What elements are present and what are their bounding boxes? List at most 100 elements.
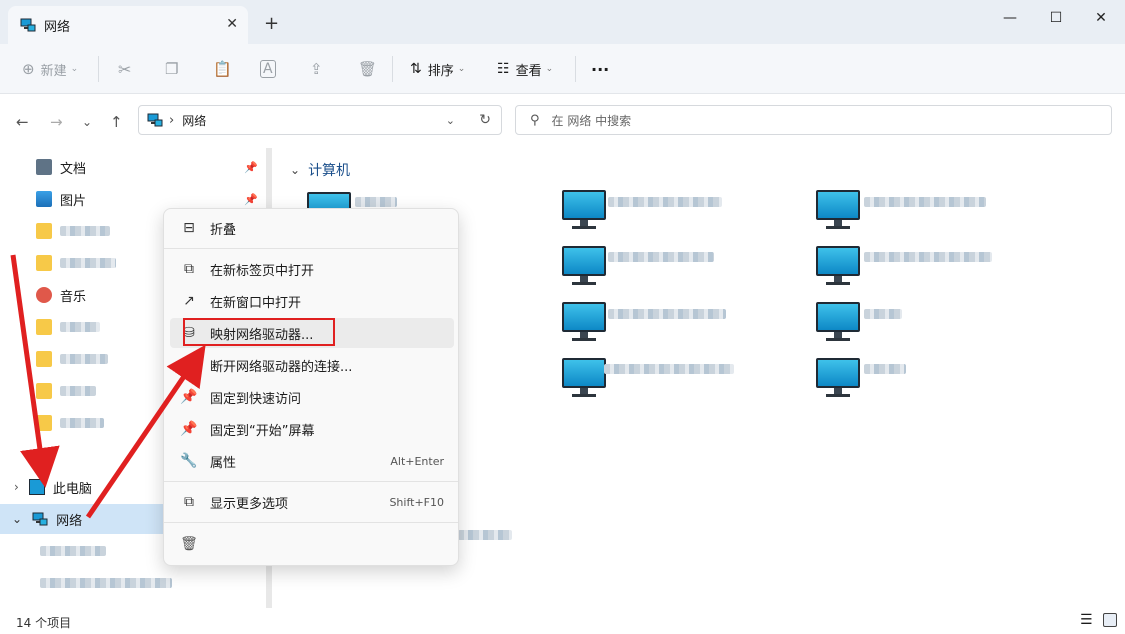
network-computer-item[interactable] [562, 358, 606, 398]
sort-button[interactable]: ⇅ 排序 ⌄ [410, 56, 465, 82]
menu-item-label: 属性 [210, 455, 237, 471]
sidebar-item-documents[interactable]: 文档 📌 [0, 152, 262, 182]
pin-icon[interactable]: 📌 [244, 161, 258, 174]
menu-item-label: 固定到快速访问 [210, 391, 302, 407]
menu-item-pin-start[interactable]: 📌 固定到“开始”屏幕 [170, 414, 454, 444]
computer-icon [816, 190, 860, 220]
new-button[interactable]: ⊕ 新建 ⌄ [22, 56, 78, 82]
network-computer-item[interactable] [816, 190, 860, 230]
network-computer-item[interactable] [816, 358, 860, 398]
cut-button[interactable]: ✂ [118, 56, 131, 82]
scissors-icon: ✂ [118, 59, 132, 79]
pin-icon[interactable]: 📌 [244, 193, 258, 206]
network-computer-item[interactable] [816, 302, 860, 342]
redacted-label [864, 309, 902, 319]
rename-button[interactable]: A [260, 56, 276, 82]
context-menu: ⊟ 折叠 ⧉ 在新标签页中打开 ↗ 在新窗口中打开 ⛁ 映射网络驱动器... ⛒… [163, 208, 459, 566]
network-computer-item[interactable] [562, 302, 606, 342]
menu-item-properties[interactable]: 🔧 属性 Alt+Enter [170, 446, 454, 476]
computer-icon [816, 358, 860, 388]
pin-icon: 📌 [180, 421, 198, 437]
network-computer-item[interactable] [562, 190, 606, 230]
menu-item-open-new-window[interactable]: ↗ 在新窗口中打开 [170, 286, 454, 316]
up-arrow-icon[interactable]: ↑ [110, 113, 123, 131]
toolbar-divider [575, 56, 576, 82]
folder-icon [36, 383, 52, 399]
recent-locations-chevron-icon[interactable]: ⌄ [82, 115, 92, 129]
delete-button[interactable]: 🗑 [358, 56, 377, 82]
chevron-down-icon: ⌄ [70, 64, 79, 74]
menu-item-pin-quick-access[interactable]: 📌 固定到快速访问 [170, 382, 454, 412]
copy-button[interactable]: ❐ [165, 56, 178, 82]
sidebar-item-label: 图片 [60, 193, 87, 209]
search-box[interactable]: ⚲ 在 网络 中搜索 [515, 105, 1112, 135]
wrench-icon: 🔧 [180, 453, 198, 469]
rename-icon: A [260, 60, 276, 78]
folder-icon [36, 223, 52, 239]
new-tab-button[interactable]: + [264, 13, 279, 34]
details-view-icon[interactable]: ☰ [1080, 612, 1093, 628]
chevron-right-icon[interactable]: › [14, 480, 19, 494]
breadcrumb-separator: › [169, 112, 175, 128]
menu-item-collapse[interactable]: ⊟ 折叠 [170, 213, 454, 243]
folder-icon [36, 351, 52, 367]
computer-icon [562, 302, 606, 332]
menu-delete-button[interactable]: 🗑 [170, 529, 454, 559]
chevron-down-icon[interactable]: ⌄ [12, 512, 22, 526]
sort-label: 排序 [427, 63, 454, 79]
tab-network[interactable]: 网络 ✕ [8, 6, 248, 44]
document-icon [36, 159, 52, 175]
minimize-button[interactable]: — [987, 4, 1033, 32]
refresh-icon[interactable]: ↻ [479, 112, 491, 128]
close-tab-icon[interactable]: ✕ [226, 16, 238, 32]
network-computer-item[interactable] [816, 246, 860, 286]
sort-arrows-icon: ⇅ [410, 61, 422, 77]
breadcrumb-network[interactable]: 网络 [182, 112, 206, 129]
computer-icon [28, 479, 45, 495]
sidebar-item-label: 音乐 [60, 289, 87, 305]
forward-arrow-icon[interactable]: → [50, 113, 63, 131]
menu-item-label: 固定到“开始”屏幕 [210, 423, 315, 439]
paste-button[interactable]: 📋 [213, 56, 232, 82]
redacted-label [60, 226, 110, 236]
maximize-button[interactable]: ☐ [1033, 4, 1079, 32]
item-count: 14 个项目 [16, 616, 72, 630]
menu-item-show-more-options[interactable]: ⧉ 显示更多选项 Shift+F10 [170, 487, 454, 517]
close-window-button[interactable]: ✕ [1078, 4, 1124, 32]
search-icon: ⚲ [530, 112, 540, 128]
menu-divider [164, 248, 458, 249]
music-icon [36, 287, 52, 303]
view-button[interactable]: ☷ 查看 ⌄ [497, 56, 553, 82]
group-title: 计算机 [308, 163, 351, 179]
redacted-label [458, 530, 512, 540]
more-options-button[interactable]: ··· [591, 56, 609, 82]
back-arrow-icon[interactable]: ← [16, 113, 29, 131]
redacted-label [60, 322, 100, 332]
menu-item-label: 在新窗口中打开 [210, 295, 302, 311]
collapse-icon: ⊟ [183, 220, 195, 236]
menu-divider [164, 522, 458, 523]
redacted-label [40, 546, 106, 556]
address-bar[interactable]: › 网络 ⌄ ↻ [138, 105, 502, 135]
plus-circle-icon: ⊕ [22, 60, 35, 78]
menu-item-disconnect-network-drive[interactable]: ⛒ 断开网络驱动器的连接... [170, 350, 454, 380]
share-button[interactable]: ⇪ [310, 56, 323, 82]
folder-icon [36, 255, 52, 271]
network-computer-item[interactable] [562, 246, 606, 286]
navigation-bar: ← → ⌄ ↑ › 网络 ⌄ ↻ ⚲ 在 网络 中搜索 [0, 95, 1125, 147]
computer-icon [562, 358, 606, 388]
new-label: 新建 [40, 63, 67, 79]
trash-icon: 🗑 [358, 60, 378, 78]
computer-icon [816, 246, 860, 276]
sidebar-item-network-computer[interactable] [0, 568, 262, 598]
group-header-computers[interactable]: ⌄ 计算机 [290, 160, 350, 180]
menu-item-open-new-tab[interactable]: ⧉ 在新标签页中打开 [170, 254, 454, 284]
show-more-icon: ⧉ [184, 494, 194, 510]
network-icon [20, 18, 36, 32]
pin-icon: 📌 [180, 389, 198, 405]
chevron-down-icon: ⌄ [545, 64, 554, 74]
redacted-label [355, 197, 397, 207]
tiles-view-icon[interactable] [1103, 613, 1117, 627]
address-dropdown-icon[interactable]: ⌄ [446, 114, 455, 127]
redacted-label [60, 354, 108, 364]
